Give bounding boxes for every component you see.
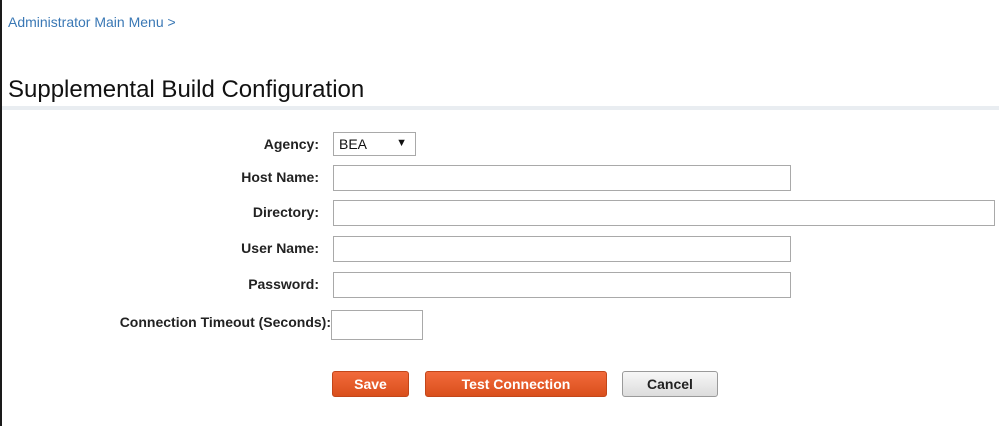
agency-select[interactable]: BEA ▼	[333, 132, 416, 156]
connection-timeout-input[interactable]	[331, 310, 423, 340]
host-name-input[interactable]	[333, 165, 791, 191]
cancel-button[interactable]: Cancel	[622, 371, 718, 397]
agency-selected-value: BEA	[339, 136, 368, 152]
host-name-label: Host Name:	[241, 169, 319, 185]
connection-timeout-row: Connection Timeout (Seconds):	[2, 310, 999, 340]
agency-row: Agency: BEA ▼	[2, 132, 999, 158]
connection-timeout-label: Connection Timeout (Seconds):	[119, 314, 331, 330]
password-input[interactable]	[333, 272, 791, 298]
page: Administrator Main Menu > Supplemental B…	[0, 0, 999, 426]
directory-input[interactable]	[333, 200, 995, 226]
dropdown-arrow-icon: ▼	[396, 137, 407, 149]
agency-label: Agency:	[263, 136, 319, 152]
user-name-label: User Name:	[241, 240, 319, 256]
password-label: Password:	[248, 276, 319, 292]
save-button[interactable]: Save	[332, 371, 409, 397]
title-divider	[2, 106, 999, 110]
user-name-input[interactable]	[333, 236, 791, 262]
directory-row: Directory:	[2, 200, 999, 226]
breadcrumb-admin-main-menu[interactable]: Administrator Main Menu >	[8, 14, 176, 30]
password-row: Password:	[2, 272, 999, 298]
directory-label: Directory:	[252, 204, 319, 220]
test-connection-button[interactable]: Test Connection	[425, 371, 607, 397]
user-name-row: User Name:	[2, 236, 999, 262]
page-title: Supplemental Build Configuration	[8, 76, 365, 103]
host-name-row: Host Name:	[2, 165, 999, 191]
